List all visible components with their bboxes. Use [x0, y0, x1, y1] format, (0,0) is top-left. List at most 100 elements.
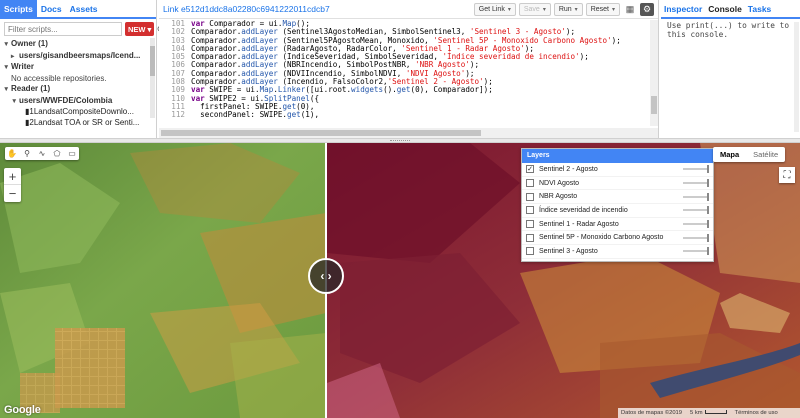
scroll-thumb[interactable]	[150, 46, 155, 76]
layer-opacity-slider[interactable]	[683, 179, 709, 188]
scale-label: 5 km	[690, 410, 727, 416]
map-type-map[interactable]: Mapa	[713, 147, 746, 162]
layer-checkbox[interactable]: ✓	[526, 165, 534, 174]
scripts-panel: Scripts Docs Assets NEW▾ ⟳ ▼Owner (1) ▸u…	[0, 0, 165, 138]
tab-docs[interactable]: Docs	[37, 0, 66, 17]
layer-name: Sentinel 5P - Monoxido Carbono Agosto	[539, 234, 664, 242]
rectangle-icon[interactable]: ▭	[65, 147, 79, 160]
tree-section-writer[interactable]: ▼ Writer	[3, 62, 156, 74]
hand-icon[interactable]: ✋	[5, 147, 19, 160]
map-type-satellite[interactable]: Satélite	[746, 147, 785, 162]
scale-bar	[704, 410, 727, 414]
layer-checkbox[interactable]	[526, 192, 534, 201]
layer-list: ✓ Sentinel 2 - Agosto NDVI Agosto NBR Agost…	[522, 163, 713, 259]
code-horizontal-scrollbar[interactable]	[159, 128, 658, 138]
earth-engine-code-editor: Scripts Docs Assets NEW▾ ⟳ ▼Owner (1) ▸u…	[0, 0, 800, 418]
layer-checkbox[interactable]	[526, 247, 534, 256]
reset-label: Reset	[590, 5, 609, 13]
zoom-control: + −	[4, 168, 21, 202]
chevron-down-icon: ▾	[507, 6, 511, 13]
console-scrollbar[interactable]	[794, 22, 799, 132]
layer-row[interactable]: Sentinel 5P - Monoxido Carbono Agosto	[522, 231, 713, 246]
save-button[interactable]: Save ▾	[518, 2, 551, 16]
run-button[interactable]: Run ▾	[553, 2, 583, 16]
script-link-title[interactable]: Link e512d1ddc8a02280c6941222011cdcb7	[163, 4, 471, 14]
layer-checkbox[interactable]	[526, 206, 534, 215]
chevron-down-icon: ▾	[574, 6, 578, 13]
reader-repo-label: users/WWFDE/Colombia	[19, 95, 113, 105]
zoom-in-button[interactable]: +	[4, 168, 21, 185]
tree-file-1[interactable]: ▮1LandsatCompositeDownlo...	[3, 107, 156, 118]
terms-link[interactable]: Términos de uso	[735, 410, 778, 416]
layer-row[interactable]: NBR Agosto	[522, 190, 713, 205]
layer-opacity-slider[interactable]	[683, 247, 709, 256]
splitter-grip[interactable]	[390, 140, 410, 142]
layer-opacity-slider[interactable]	[683, 165, 709, 174]
line-icon[interactable]: ∿	[35, 147, 49, 160]
tab-scripts[interactable]: Scripts	[0, 0, 37, 17]
apps-grid-icon[interactable]: ▦	[623, 3, 637, 16]
layer-row[interactable]: NDVI Agosto	[522, 177, 713, 191]
layer-checkbox[interactable]	[526, 233, 534, 242]
new-button[interactable]: NEW ▾	[125, 22, 155, 36]
polygon-icon[interactable]: ⬠	[50, 147, 64, 160]
writer-label: Writer	[11, 62, 34, 71]
run-label: Run	[558, 5, 572, 13]
google-logo: Google	[4, 404, 41, 416]
chevron-down-icon: ▾	[147, 24, 152, 34]
tab-console[interactable]: Console	[705, 0, 745, 17]
left-tabs: Scripts Docs Assets	[0, 0, 156, 19]
filter-scripts-input[interactable]	[4, 22, 122, 36]
chevron-down-icon: ▾	[542, 6, 546, 13]
marker-icon[interactable]: ⚲	[20, 147, 34, 160]
gear-icon[interactable]: ⚙	[640, 2, 654, 16]
writer-empty-text: No accessible repositories.	[11, 73, 107, 83]
layer-name: Sentinel 2 - Agosto	[539, 165, 598, 173]
line-number: 112	[171, 110, 185, 120]
layers-panel: Layers ✓ Sentinel 2 - Agosto NDVI Agosto NB…	[521, 148, 714, 262]
tab-inspector[interactable]: Inspector	[661, 0, 705, 17]
reset-button[interactable]: Reset ▾	[585, 2, 620, 16]
editor-toolbar: Link e512d1ddc8a02280c6941222011cdcb7 Ge…	[159, 0, 658, 19]
code-vertical-scrollbar[interactable]	[650, 20, 658, 126]
get-link-button[interactable]: Get Link ▾	[473, 2, 516, 16]
tab-tasks[interactable]: Tasks	[745, 0, 774, 17]
scroll-thumb[interactable]	[651, 96, 657, 114]
left-scrollbar[interactable]	[150, 38, 155, 118]
layer-name: NBR Agosto	[539, 193, 578, 201]
tree-item-owner-repo[interactable]: ▸ users/gisandbeersmaps/Icend...	[3, 51, 156, 63]
layer-checkbox[interactable]	[526, 220, 534, 229]
caret-down-icon: ▼	[3, 86, 10, 93]
layer-row[interactable]: Índice severidad de incendio	[522, 204, 713, 218]
layer-name: NDVI Agosto	[539, 179, 580, 187]
tab-assets[interactable]: Assets	[66, 0, 102, 17]
chevron-down-icon: ▾	[611, 6, 615, 13]
fullscreen-icon[interactable]: ⛶	[779, 167, 795, 183]
save-label: Save	[523, 5, 540, 13]
tree-section-reader[interactable]: ▼ Reader (1)	[3, 84, 156, 96]
tree-file-2[interactable]: ▮2Landsat TOA or SR or Senti...	[3, 118, 156, 129]
layer-opacity-slider[interactable]	[683, 192, 709, 201]
owner-repo-label: users/gisandbeersmaps/Icend...	[19, 50, 141, 60]
layer-checkbox[interactable]	[526, 179, 534, 188]
caret-right-icon: ▸	[11, 52, 15, 60]
tree-section-owner[interactable]: ▼ Owner (1)	[3, 39, 156, 51]
owner-label: Owner (1)	[11, 39, 48, 48]
layer-row[interactable]: ✓ Sentinel 2 - Agosto	[522, 163, 713, 177]
layer-row[interactable]: Sentinel 3 - Agosto	[522, 245, 713, 259]
layer-row[interactable]: Sentinel 1 - Radar Agosto	[522, 218, 713, 232]
output-panel: Inspector Console Tasks Use print(...) t…	[661, 0, 800, 138]
map-view[interactable]: ‹ › ✋ ⚲ ∿ ⬠ ▭ + − Layers ✓ Sentinel 2 - A…	[0, 143, 800, 418]
layer-opacity-slider[interactable]	[683, 206, 709, 215]
code-line[interactable]: 112 secondPanel: SWIPE.get(1),	[159, 110, 650, 120]
layer-name: Sentinel 3 - Agosto	[539, 247, 598, 255]
right-tabs: Inspector Console Tasks	[661, 0, 800, 19]
layer-opacity-slider[interactable]	[683, 233, 709, 242]
swipe-handle[interactable]: ‹ ›	[308, 258, 344, 294]
caret-down-icon: ▼	[11, 97, 18, 105]
layer-opacity-slider[interactable]	[683, 220, 709, 229]
tree-item-reader-repo[interactable]: ▼ users/WWFDE/Colombia	[3, 96, 156, 108]
scroll-thumb[interactable]	[161, 130, 481, 136]
zoom-out-button[interactable]: −	[4, 185, 21, 202]
code-area[interactable]: 101 var Comparador = ui.Map(); 102 Comparad…	[159, 20, 650, 126]
